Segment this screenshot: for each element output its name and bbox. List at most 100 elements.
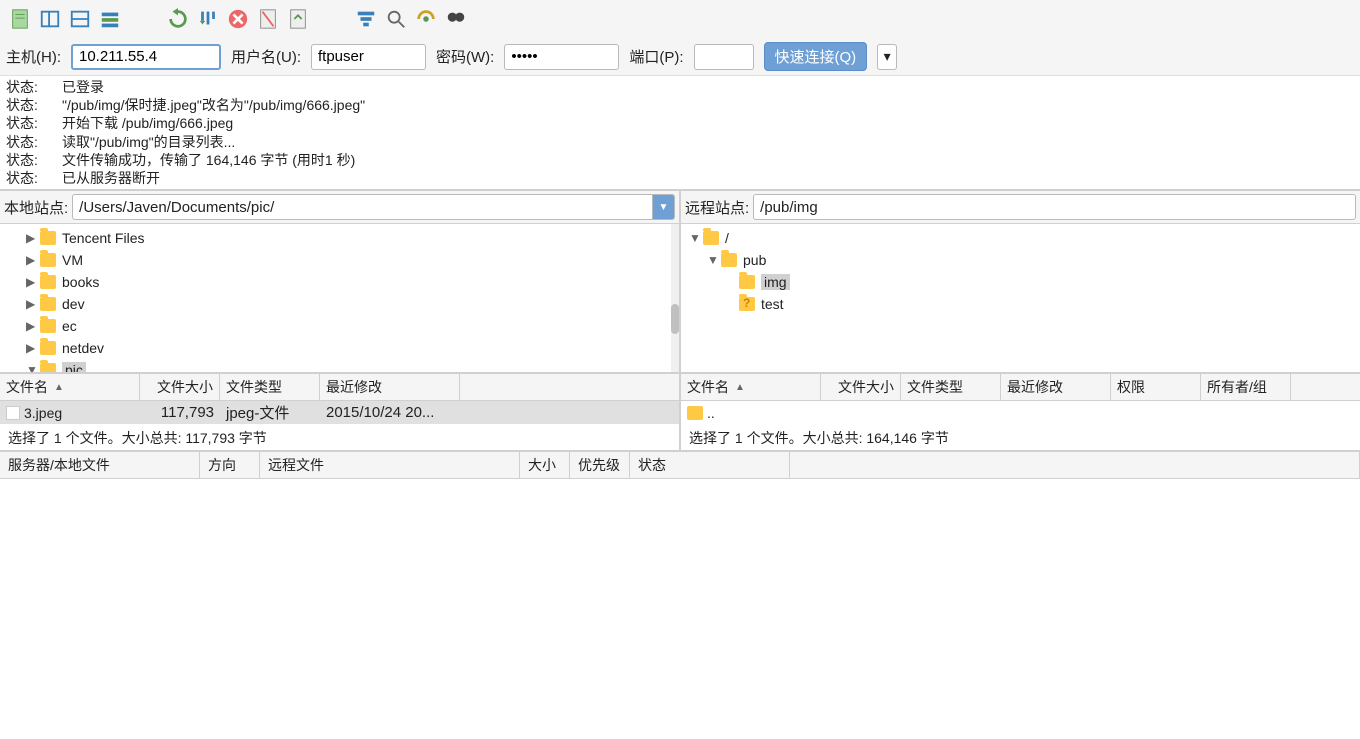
- tree-item[interactable]: ▼/: [681, 227, 1360, 249]
- connect-history-dropdown[interactable]: ▾: [877, 44, 897, 70]
- local-site-label: 本地站点:: [4, 197, 68, 218]
- reconnect-icon[interactable]: [286, 7, 310, 31]
- pass-input[interactable]: [504, 44, 619, 70]
- disclosure-icon[interactable]: ▶: [26, 297, 40, 311]
- file-row[interactable]: 4.jpeg85,597jpeg-文件2015/10/24 20...: [0, 424, 679, 425]
- tree-item[interactable]: test: [681, 293, 1360, 315]
- log-line: 状态:开始下载 /pub/img/666.jpeg: [6, 114, 1354, 132]
- folder-icon: [739, 275, 755, 289]
- folder-icon: [739, 297, 755, 311]
- remote-path-select[interactable]: /pub/img: [753, 194, 1356, 220]
- remote-status: 选择了 1 个文件。大小总共: 164,146 字节: [681, 426, 1360, 452]
- site-manager-icon[interactable]: [8, 7, 32, 31]
- remote-listview[interactable]: 文件名▲ 文件大小 文件类型 最近修改 权限 所有者/组 ..3.jpeg117…: [681, 374, 1360, 425]
- file-row[interactable]: 3.jpeg117,793jpeg-文件2015/10/24 20...: [0, 401, 679, 424]
- col-owner[interactable]: 所有者/组: [1201, 374, 1291, 400]
- tree-item[interactable]: ▶books: [0, 271, 679, 293]
- process-queue-icon[interactable]: [196, 7, 220, 31]
- qcol-direction[interactable]: 方向: [200, 452, 260, 478]
- remote-list-header[interactable]: 文件名▲ 文件大小 文件类型 最近修改 权限 所有者/组: [681, 374, 1360, 401]
- scrollbar[interactable]: [671, 224, 679, 372]
- folder-icon: [721, 253, 737, 267]
- queue-header[interactable]: 服务器/本地文件 方向 远程文件 大小 优先级 状态: [0, 452, 1360, 479]
- folder-icon: [40, 253, 56, 267]
- local-list-header[interactable]: 文件名▲ 文件大小 文件类型 最近修改: [0, 374, 679, 401]
- log-line: 状态:已登录: [6, 78, 1354, 96]
- tree-item[interactable]: ▶VM: [0, 249, 679, 271]
- local-tree[interactable]: ▶Tencent Files▶VM▶books▶dev▶ec▶netdev▼pi…: [0, 224, 679, 374]
- log-line: 状态:读取"/pub/img"的目录列表...: [6, 133, 1354, 151]
- parent-dir-row[interactable]: ..: [681, 401, 1360, 424]
- folder-icon: [40, 341, 56, 355]
- quick-connect-button[interactable]: 快速连接(Q): [764, 42, 868, 71]
- port-input[interactable]: [694, 44, 754, 70]
- local-path-select[interactable]: /Users/Javen/Documents/pic/ ▼: [72, 194, 675, 220]
- disclosure-icon[interactable]: ▶: [26, 253, 40, 267]
- toggle-tree-icon[interactable]: [38, 7, 62, 31]
- cancel-icon[interactable]: [226, 7, 250, 31]
- col-modified[interactable]: 最近修改: [1001, 374, 1111, 400]
- disclosure-icon[interactable]: ▶: [26, 275, 40, 289]
- tree-item[interactable]: ▶ec: [0, 315, 679, 337]
- toggle-log-icon[interactable]: [68, 7, 92, 31]
- compare-icon[interactable]: [414, 7, 438, 31]
- col-filename[interactable]: 文件名▲: [681, 374, 821, 400]
- search-icon[interactable]: [384, 7, 408, 31]
- port-label: 端口(P):: [629, 46, 683, 67]
- toggle-queue-icon[interactable]: [98, 7, 122, 31]
- col-modified[interactable]: 最近修改: [320, 374, 460, 400]
- qcol-state[interactable]: 状态: [630, 452, 790, 478]
- qcol-remote[interactable]: 远程文件: [260, 452, 520, 478]
- sort-asc-icon: ▲: [54, 382, 64, 393]
- folder-icon: [40, 275, 56, 289]
- disclosure-icon[interactable]: ▼: [707, 253, 721, 267]
- file-row[interactable]: 3.jpeg117,793jpeg-文件2017/08/12 1...-rw-r…: [681, 424, 1360, 425]
- local-status: 选择了 1 个文件。大小总共: 117,793 字节: [0, 426, 679, 452]
- filter-icon[interactable]: [354, 7, 378, 31]
- log-panel: 状态:已登录状态:"/pub/img/保时捷.jpeg"改名为"/pub/img…: [0, 76, 1360, 191]
- tree-item[interactable]: ▼pub: [681, 249, 1360, 271]
- col-filename[interactable]: 文件名▲: [0, 374, 140, 400]
- disclosure-icon[interactable]: ▼: [26, 363, 40, 374]
- local-listview[interactable]: 文件名▲ 文件大小 文件类型 最近修改 3.jpeg117,793jpeg-文件…: [0, 374, 679, 425]
- log-line: 状态:已从服务器断开: [6, 169, 1354, 187]
- tree-item[interactable]: ▶Tencent Files: [0, 227, 679, 249]
- folder-icon: [40, 231, 56, 245]
- find-icon[interactable]: [444, 7, 468, 31]
- user-input[interactable]: [311, 44, 426, 70]
- user-label: 用户名(U):: [231, 46, 301, 67]
- host-label: 主机(H):: [6, 46, 61, 67]
- local-pane: 本地站点: /Users/Javen/Documents/pic/ ▼ ▶Ten…: [0, 191, 681, 451]
- tree-item[interactable]: ▶dev: [0, 293, 679, 315]
- local-path-dropdown[interactable]: ▼: [652, 195, 674, 219]
- tree-item[interactable]: ▶netdev: [0, 337, 679, 359]
- qcol-priority[interactable]: 优先级: [570, 452, 630, 478]
- disclosure-icon[interactable]: ▼: [689, 231, 703, 245]
- log-line: 状态:"/pub/img/保时捷.jpeg"改名为"/pub/img/666.j…: [6, 96, 1354, 114]
- disclosure-icon[interactable]: ▶: [26, 231, 40, 245]
- col-filesize[interactable]: 文件大小: [140, 374, 220, 400]
- col-filetype[interactable]: 文件类型: [901, 374, 1001, 400]
- folder-icon: [40, 319, 56, 333]
- refresh-icon[interactable]: [166, 7, 190, 31]
- col-filesize[interactable]: 文件大小: [821, 374, 901, 400]
- folder-icon: [687, 406, 703, 420]
- qcol-size[interactable]: 大小: [520, 452, 570, 478]
- tree-item[interactable]: img: [681, 271, 1360, 293]
- connection-bar: 主机(H): 用户名(U): 密码(W): 端口(P): 快速连接(Q) ▾: [0, 38, 1360, 76]
- col-permissions[interactable]: 权限: [1111, 374, 1201, 400]
- disclosure-icon[interactable]: ▶: [26, 341, 40, 355]
- disclosure-icon[interactable]: ▶: [26, 319, 40, 333]
- queue-body[interactable]: [0, 479, 1360, 739]
- remote-tree[interactable]: ▼/▼pubimgtest: [681, 224, 1360, 374]
- disconnect-icon[interactable]: [256, 7, 280, 31]
- sort-asc-icon: ▲: [735, 382, 745, 393]
- folder-icon: [703, 231, 719, 245]
- host-input[interactable]: [71, 44, 221, 70]
- remote-site-label: 远程站点:: [685, 197, 749, 218]
- tree-item[interactable]: ▼pic: [0, 359, 679, 374]
- col-filetype[interactable]: 文件类型: [220, 374, 320, 400]
- folder-icon: [40, 363, 56, 374]
- log-line: 状态:文件传输成功，传输了 164,146 字节 (用时1 秒): [6, 151, 1354, 169]
- qcol-server[interactable]: 服务器/本地文件: [0, 452, 200, 478]
